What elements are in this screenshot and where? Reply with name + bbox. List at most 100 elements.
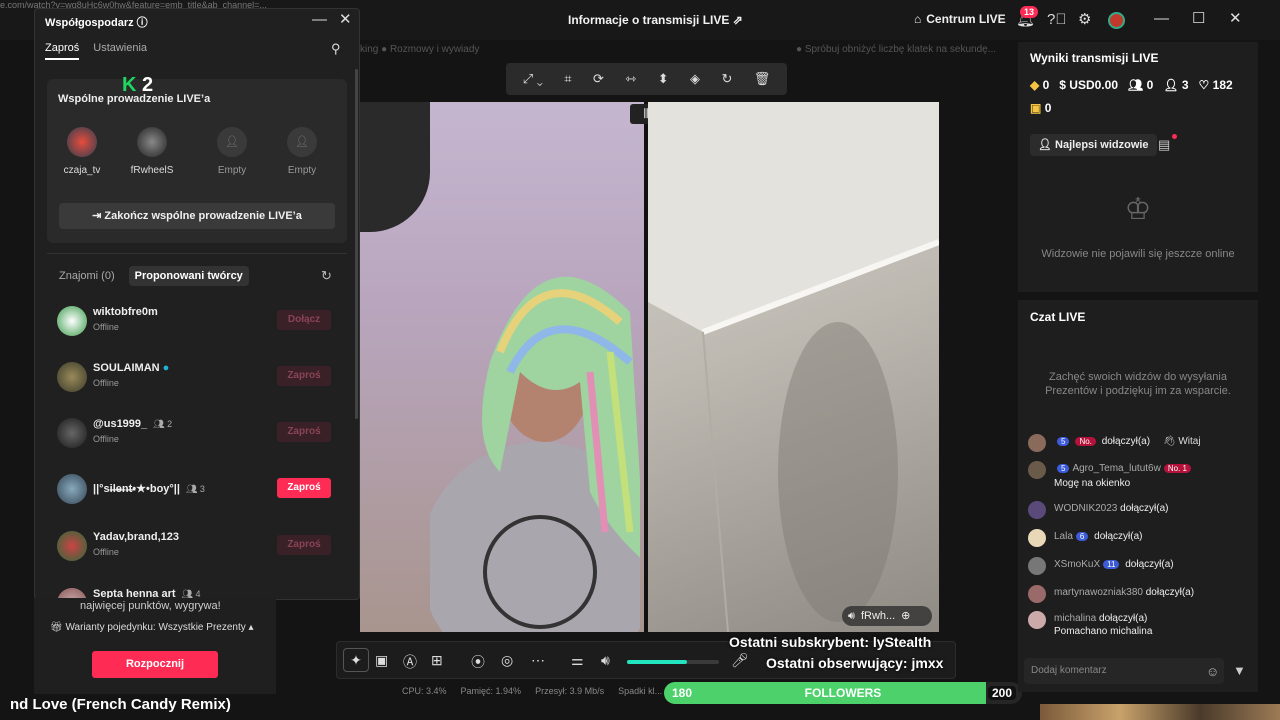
panel-minimize-icon[interactable]: —: [312, 12, 327, 28]
help-icon[interactable]: ?⃝: [1047, 12, 1067, 28]
tab-invite[interactable]: Zaproś: [45, 42, 80, 60]
crop-icon[interactable]: ⌗: [564, 71, 571, 87]
window-title[interactable]: Informacje o transmisji LIVE ⇗: [568, 13, 743, 27]
settings-sliders-icon[interactable]: ⚌: [571, 652, 584, 669]
guest-name-tag[interactable]: 🔊︎ fRwh... ⊕: [842, 606, 932, 626]
profile-avatar[interactable]: [1108, 12, 1125, 29]
invite-button[interactable]: Zaproś: [277, 422, 331, 442]
list-icon[interactable]: ▤: [1158, 137, 1170, 153]
message-text: dołączył(a): [1125, 559, 1174, 570]
wave-text: Pomachano michalina: [1054, 626, 1153, 637]
match-variants[interactable]: 🎁︎ Warianty pojedynku: Wszystkie Prezent…: [50, 622, 254, 633]
panel-close-icon[interactable]: ✕: [339, 12, 352, 28]
emoji-icon[interactable]: ☺: [1206, 664, 1219, 679]
stream-stats: CPU: 3.4% Pamięć: 1.94% Przesył: 3.9 Mb/…: [402, 686, 662, 696]
message-text: dołączył(a): [1145, 587, 1195, 598]
scrollbar[interactable]: [355, 69, 358, 419]
search-icon[interactable]: ⚲: [331, 41, 341, 57]
user-icon: 👤︎: [1038, 139, 1052, 151]
creator-name-text: @us1999_: [93, 418, 148, 430]
expand-icon[interactable]: ⤢ ⌄: [523, 71, 543, 87]
flip-horizontal-icon[interactable]: ⇿: [625, 71, 636, 87]
start-button[interactable]: Rozpocznij: [92, 651, 218, 678]
invite-button[interactable]: Zaproś: [277, 535, 331, 555]
more-icon[interactable]: ⋯: [531, 652, 545, 669]
trash-icon[interactable]: 🗑︎: [754, 71, 771, 87]
record-icon[interactable]: ⦿: [471, 652, 485, 672]
window-title-text: Informacje o transmisji LIVE: [568, 13, 730, 27]
centrum-live-label: Centrum LIVE: [926, 12, 1006, 26]
divider: [47, 253, 347, 254]
avatar: [1028, 529, 1046, 547]
effects-icon[interactable]: ▣: [375, 652, 388, 669]
username[interactable]: WODNIK2023: [1054, 503, 1117, 514]
add-icon[interactable]: ⊕: [901, 606, 910, 626]
info-icon[interactable]: ⓘ: [137, 17, 148, 29]
gifts-value: 0: [1044, 101, 1052, 115]
message-text: dołączył(a): [1120, 503, 1169, 514]
target-icon[interactable]: ◎: [501, 652, 513, 669]
creator-name: @us1999_ 👥︎ 2: [93, 418, 172, 430]
close-window-icon[interactable]: ✕: [1229, 11, 1242, 27]
tab-suggested[interactable]: Proponowani twórcy: [128, 266, 249, 286]
gift-icon: ▣: [1030, 101, 1042, 115]
minimize-icon[interactable]: —: [1154, 11, 1169, 27]
end-cohost-button[interactable]: ⇥ Zakończ wspólne prowadzenie LIVE’a: [59, 203, 335, 229]
username[interactable]: Lala: [1054, 531, 1073, 542]
ai-icon[interactable]: Ⓐ: [403, 652, 417, 672]
cohost-slot-empty[interactable]: 👤︎ Empty: [197, 127, 267, 176]
join-button[interactable]: Dołącz: [277, 310, 331, 330]
people-value: 3: [1181, 78, 1189, 92]
home-icon: ⌂: [914, 12, 922, 26]
tab-friends[interactable]: Znajomi (0): [59, 270, 115, 282]
cohost-slot-empty[interactable]: 👤︎ Empty: [267, 127, 337, 176]
overlay-icon[interactable]: ⊞: [431, 652, 443, 669]
cpu-stat: CPU: 3.4%: [402, 686, 447, 696]
align-icon[interactable]: ⬍: [658, 71, 669, 87]
message-text: dołączył(a): [1101, 436, 1151, 447]
creator-tabs: Znajomi (0) Proponowani twórcy: [59, 266, 249, 286]
wave-button[interactable]: 👋︎ Witaj: [1163, 436, 1201, 447]
creator-status: Offline: [93, 547, 119, 557]
creator-status: Offline: [93, 322, 119, 332]
comment-input[interactable]: Dodaj komentarz: [1024, 658, 1224, 684]
rotate-icon[interactable]: ⟳: [593, 71, 604, 87]
maximize-icon[interactable]: ☐: [1192, 11, 1205, 27]
creator-name: Yadav,brand,123: [93, 531, 180, 543]
magic-wand-icon[interactable]: ✦: [343, 648, 369, 672]
end-cohost-label: Zakończ wspólne prowadzenie LIVE’a: [104, 210, 302, 222]
send-icon[interactable]: ▼: [1233, 663, 1246, 678]
microphone-icon[interactable]: 🎤︎: [731, 652, 749, 669]
username[interactable]: martynawozniak380: [1054, 587, 1143, 598]
centrum-live-button[interactable]: ⌂ Centrum LIVE: [914, 12, 1006, 26]
cohost-card: Wspólne prowadzenie LIVE’a czaja_tv fRwh…: [47, 79, 347, 243]
notification-badge: 13: [1020, 6, 1039, 18]
edit-toolbar: ⤢ ⌄ ⌗ ⟳ ⇿ ⬍ ◈ ↻ 🗑︎: [506, 63, 787, 95]
notification-dot: [1172, 134, 1177, 139]
speaker-icon[interactable]: 🔊︎: [848, 606, 855, 626]
layers-icon[interactable]: ◈: [690, 71, 700, 87]
tab-settings[interactable]: Ustawienia: [93, 42, 147, 60]
cohost-slot[interactable]: fRwheelS: [117, 127, 187, 176]
dollar-icon: $: [1059, 78, 1066, 92]
refresh-icon[interactable]: ↻: [321, 268, 332, 284]
invite-button[interactable]: Zaproś: [277, 366, 331, 386]
volume-icon[interactable]: 🔊︎: [601, 652, 610, 669]
username[interactable]: XSmoKuX: [1054, 559, 1100, 570]
gear-icon[interactable]: ⚙: [1078, 12, 1091, 28]
invite-button[interactable]: Zaproś: [277, 478, 331, 498]
username[interactable]: Agro_Tema_lutut6w: [1072, 463, 1160, 474]
reset-icon[interactable]: ↻: [721, 71, 732, 87]
top-viewers-label: Najlepsi widzowie: [1055, 139, 1149, 151]
message-body: WODNIK2023 dołączył(a): [1054, 503, 1169, 514]
share-icon[interactable]: ⇗: [733, 13, 743, 27]
guest-room: [648, 102, 939, 632]
cohost-slot[interactable]: czaja_tv: [47, 127, 117, 176]
top-viewers-button[interactable]: 👤︎ Najlepsi widzowie: [1030, 134, 1157, 156]
wave-label: Witaj: [1178, 436, 1201, 447]
creator-row: SOULAIMAN ● Offline Zaproś: [55, 358, 339, 398]
message-body: Lala 6 dołączył(a): [1054, 531, 1143, 542]
url-fragment: e.com/watch?v=wq8uHc6w0hw&feature=emb_ti…: [0, 0, 267, 8]
slot-name: Empty: [287, 165, 317, 176]
username[interactable]: michalina: [1054, 613, 1096, 624]
